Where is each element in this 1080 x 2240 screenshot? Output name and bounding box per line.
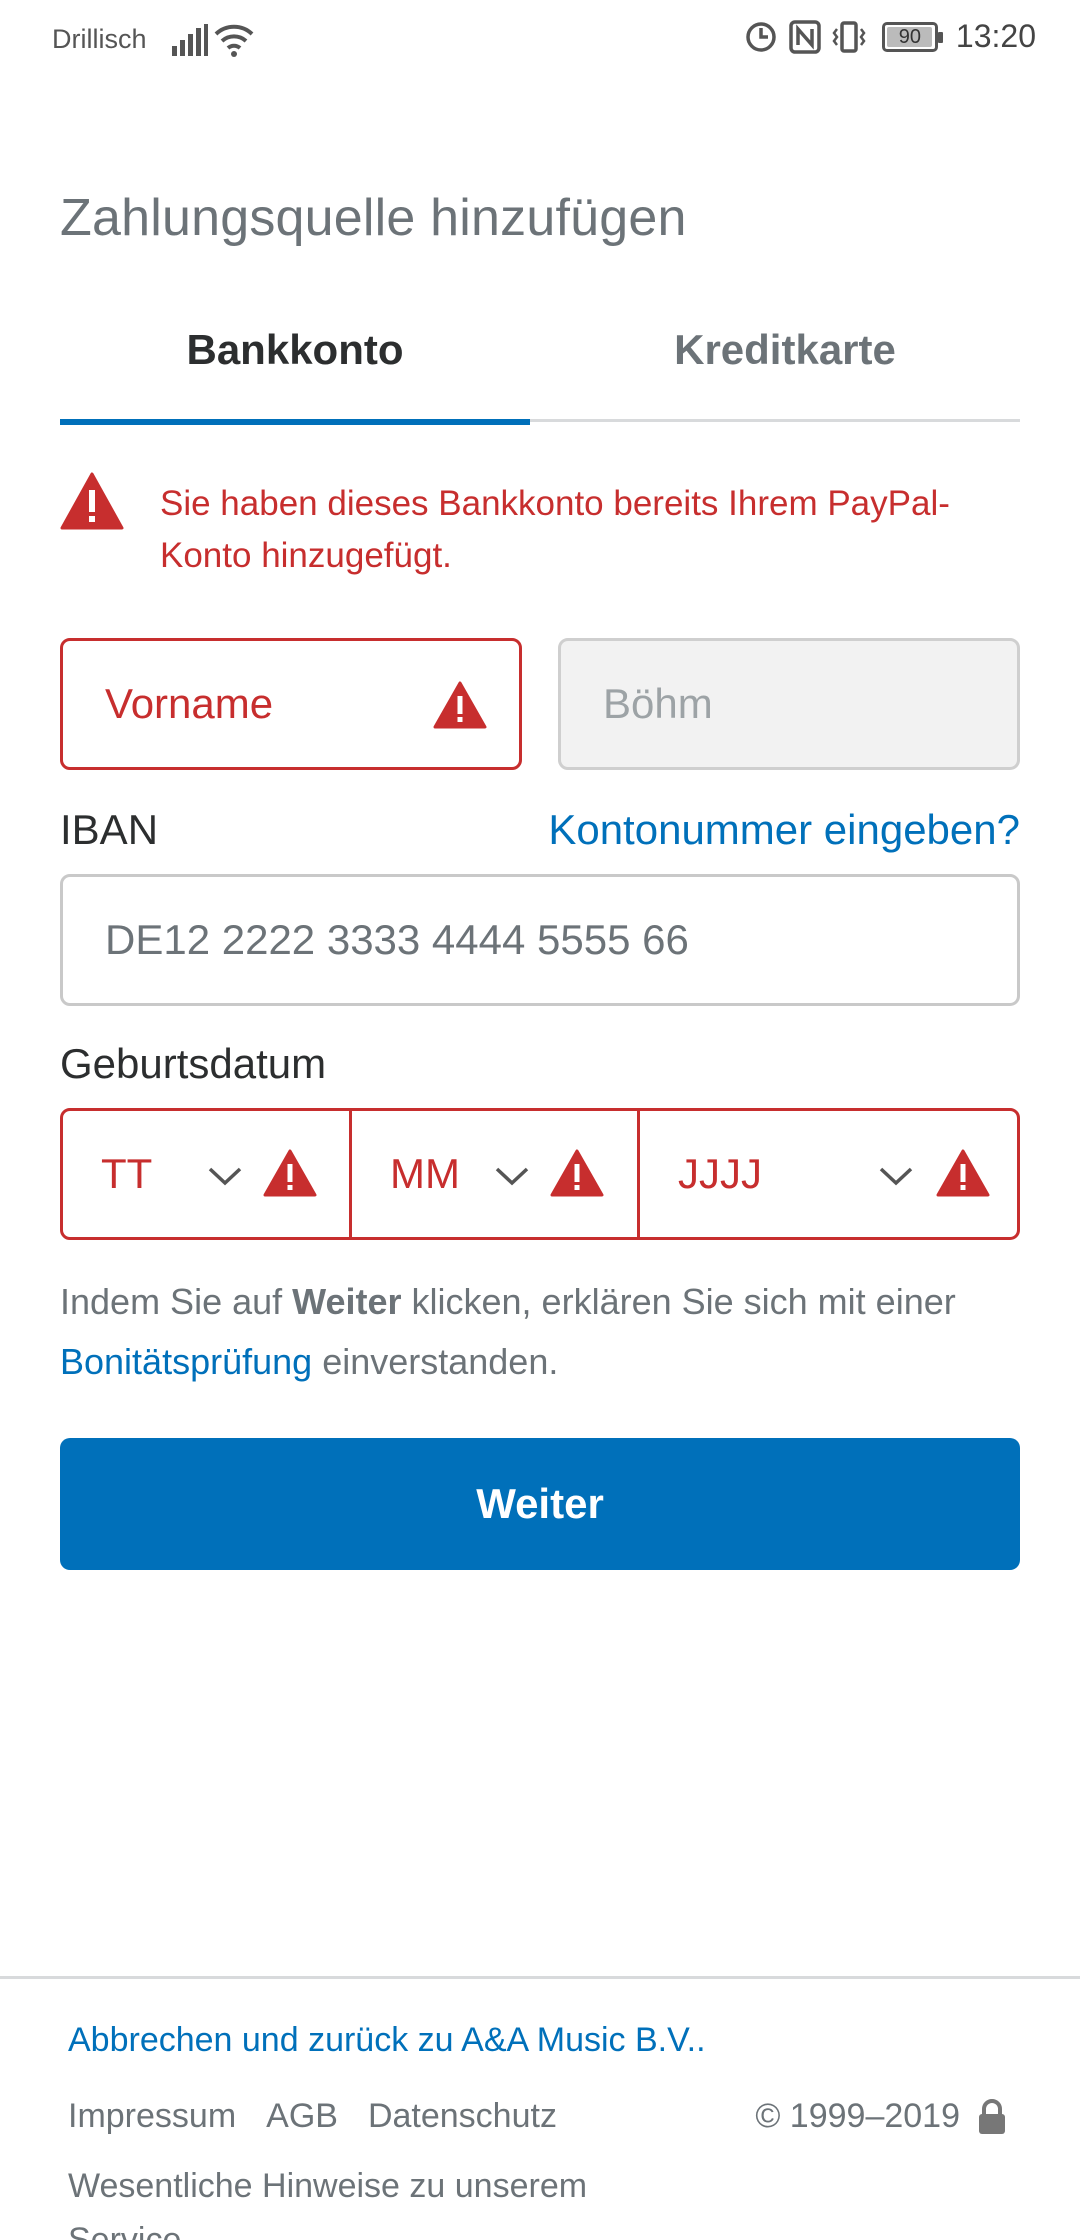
tab-bank-account[interactable]: Bankkonto: [60, 310, 530, 425]
vibrate-icon: [832, 20, 866, 53]
footer-link-impressum[interactable]: Impressum: [68, 2097, 236, 2136]
warning-icon: [433, 681, 487, 729]
chevron-down-icon: [879, 1167, 913, 1186]
consent-part2: klicken, erklären Sie sich mit einer: [401, 1281, 956, 1322]
page-title: Zahlungsquelle hinzufügen: [60, 189, 687, 247]
chevron-down-icon: [208, 1167, 242, 1186]
month-placeholder: MM: [390, 1150, 460, 1197]
service-notice-line1: Wesentliche Hinweise zu unserem: [68, 2167, 588, 2205]
footer: Abbrechen und zurück zu A&A Music B.V.. …: [0, 1976, 1080, 2240]
carrier-name: Drillisch: [52, 24, 147, 54]
warning-icon: [263, 1149, 317, 1197]
cancel-return-link[interactable]: Abbrechen und zurück zu A&A Music B.V..: [68, 2021, 706, 2060]
data-saver-icon: [746, 21, 776, 52]
payment-type-tabs: Bankkonto Kreditkarte: [60, 310, 1020, 425]
service-notice-line2: Service: [68, 2221, 182, 2240]
month-select[interactable]: MM: [349, 1111, 637, 1237]
footer-links: Impressum AGB Datenschutz: [68, 2097, 557, 2136]
year-select[interactable]: JJJJ: [637, 1111, 1017, 1237]
chevron-down-icon: [495, 1167, 529, 1186]
continue-button[interactable]: Weiter: [60, 1438, 1020, 1570]
lock-icon: [979, 2098, 1005, 2134]
status-icons: 90 13:20: [744, 18, 1036, 55]
first-name-placeholder: Vorname: [105, 680, 274, 727]
service-notice-link[interactable]: Wesentliche Hinweise zu unserem Service: [68, 2159, 628, 2240]
tab-credit-card[interactable]: Kreditkarte: [550, 310, 1020, 422]
copyright-text: © 1999–2019: [755, 2097, 960, 2135]
battery-level: 90: [898, 25, 922, 48]
first-name-field[interactable]: Vorname: [60, 638, 522, 770]
day-placeholder: TT: [101, 1150, 153, 1197]
consent-part1: Indem Sie auf: [60, 1281, 293, 1322]
warning-icon: [936, 1149, 990, 1197]
nfc-icon: [789, 19, 821, 54]
last-name-field[interactable]: Böhm: [558, 638, 1020, 770]
day-select[interactable]: TT: [63, 1111, 349, 1237]
iban-label: IBAN: [60, 806, 159, 853]
enter-account-number-link[interactable]: Kontonummer eingeben?: [548, 806, 1020, 854]
status-bar: Drillisch 90 13:20: [0, 0, 1080, 80]
clock: 13:20: [955, 18, 1036, 54]
signal-icon: [172, 24, 208, 56]
copyright: © 1999–2019: [755, 2097, 1008, 2136]
footer-link-privacy[interactable]: Datenschutz: [368, 2097, 557, 2136]
birthdate-label: Geburtsdatum: [60, 1040, 327, 1087]
iban-input[interactable]: DE12 2222 3333 4444 5555 66: [60, 874, 1020, 1006]
year-placeholder: JJJJ: [678, 1150, 762, 1197]
birthdate-selects: TT MM JJJJ: [60, 1108, 1020, 1240]
consent-bold: Weiter: [292, 1281, 402, 1322]
warning-icon: [550, 1149, 604, 1197]
consent-text: Indem Sie auf Weiter klicken, erklären S…: [60, 1272, 1020, 1392]
battery-indicator: 90: [881, 21, 943, 52]
iban-placeholder: DE12 2222 3333 4444 5555 66: [105, 916, 689, 963]
footer-link-agb[interactable]: AGB: [266, 2097, 338, 2136]
wifi-icon: [214, 24, 254, 57]
error-message: Sie haben dieses Bankkonto bereits Ihrem…: [160, 484, 950, 575]
warning-icon: [60, 472, 124, 530]
credit-check-link[interactable]: Bonitätsprüfung: [60, 1341, 312, 1382]
last-name-value: Böhm: [603, 680, 713, 727]
consent-part3: einverstanden.: [312, 1341, 559, 1382]
